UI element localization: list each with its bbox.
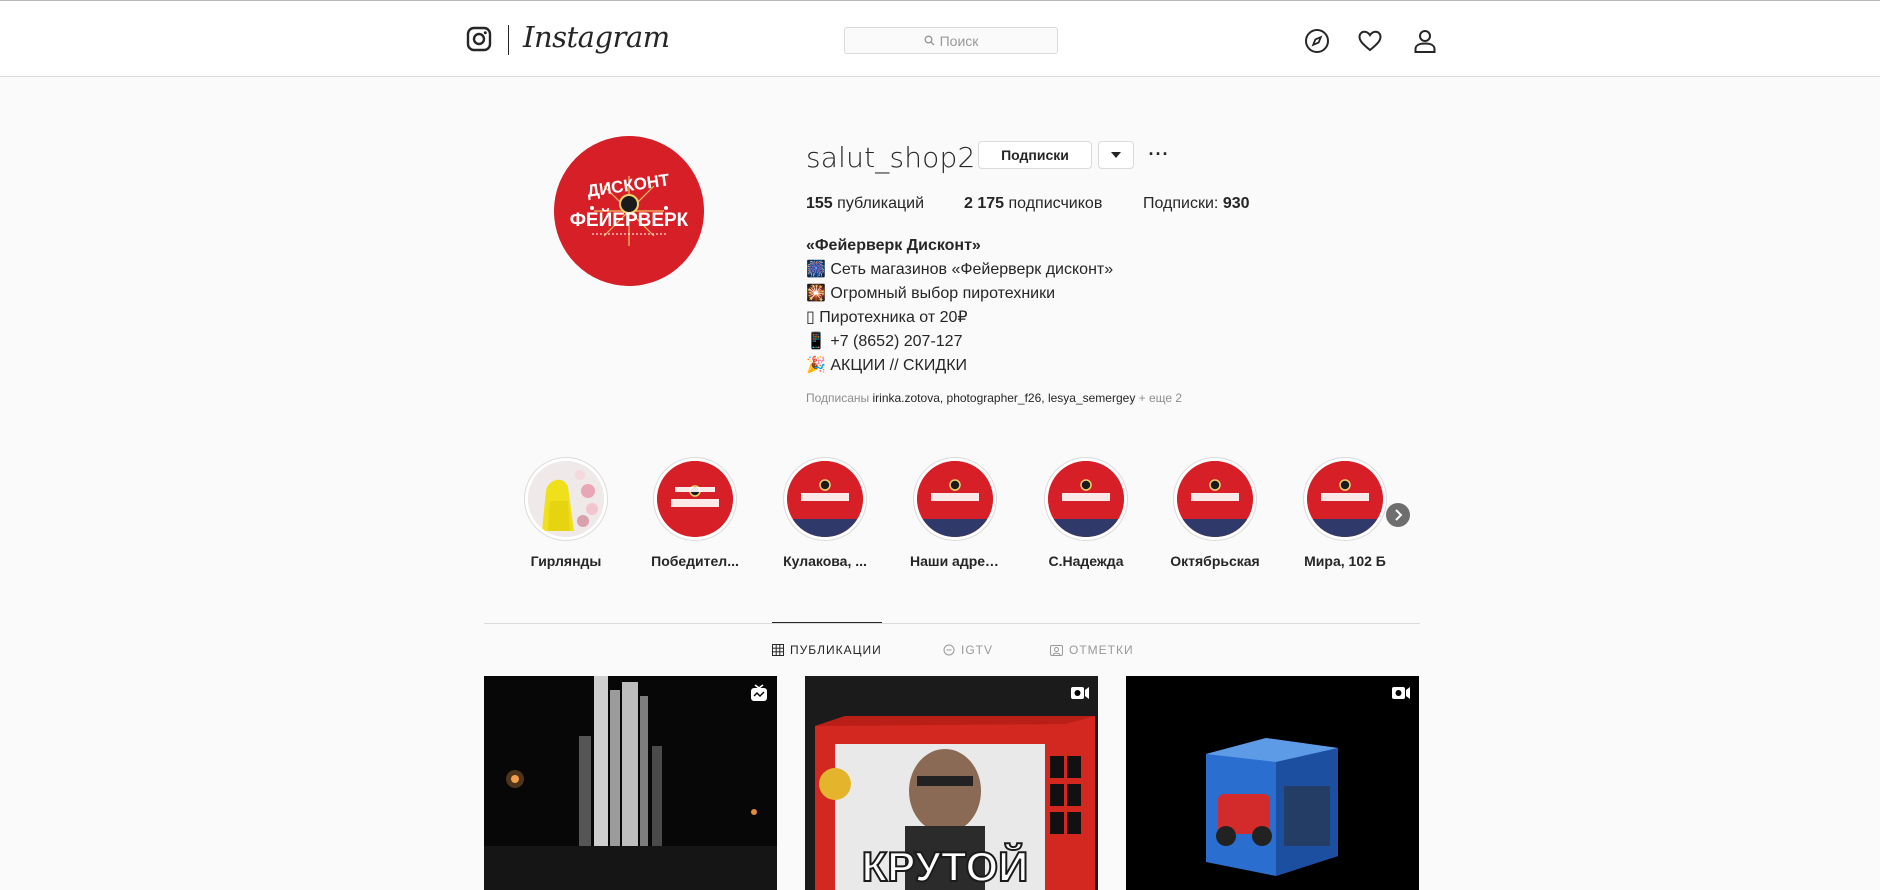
highlight-cover-ring xyxy=(1173,457,1257,541)
bio-line: 🎇 Огромный выбор пиротехники xyxy=(806,285,1056,302)
tab-label: ОТМЕТКИ xyxy=(1069,643,1134,657)
post-image-firework-box: КРУТОЙ xyxy=(805,676,1098,890)
grid-icon xyxy=(772,644,784,656)
suggestions-dropdown-button[interactable] xyxy=(1098,141,1134,169)
highlight-cover-ring xyxy=(783,457,867,541)
followers-stat[interactable]: 2 175 подписчиков xyxy=(964,195,1102,213)
instagram-wordmark[interactable]: Instagram xyxy=(523,20,670,54)
video-icon xyxy=(1392,687,1410,699)
profile-username: salut_shop26 xyxy=(806,141,994,174)
highlight-cover-ring xyxy=(1303,457,1387,541)
post-image-monster-truck-box xyxy=(1126,676,1419,890)
top-navigation-bar: Instagram Поиск xyxy=(0,0,1880,77)
post-thumbnail[interactable] xyxy=(484,676,777,890)
chevron-right-icon xyxy=(1395,509,1403,521)
tabs-divider xyxy=(484,623,1420,624)
options-more-button[interactable]: ··· xyxy=(1148,143,1170,165)
followed-by-users[interactable]: irinka.zotova, photographer_f26, lesya_s… xyxy=(873,391,1136,405)
followed-by-prefix: Подписаны xyxy=(806,391,873,405)
story-highlight[interactable]: Наши адреса xyxy=(910,457,1000,569)
highlight-cover-logo xyxy=(1177,461,1253,537)
profile-bio: «Фейерверк Дисконт» 🎆 Сеть магазинов «Фе… xyxy=(806,234,1113,378)
avatar-text-bottom: ФЕЙЕРВЕРК xyxy=(570,209,689,231)
following-label: Подписки: xyxy=(1143,195,1223,212)
highlights-next-button[interactable] xyxy=(1386,503,1410,527)
post-image-night-monument xyxy=(484,676,777,890)
highlight-cover-logo xyxy=(1307,461,1383,537)
post-thumbnail[interactable]: КРУТОЙ xyxy=(805,676,1098,890)
highlight-cover-ring xyxy=(653,457,737,541)
search-placeholder: Поиск xyxy=(939,32,979,49)
highlight-cover-logo xyxy=(787,461,863,537)
highlight-label: С.Надежда xyxy=(1048,553,1124,569)
followed-by[interactable]: Подписаны irinka.zotova, photographer_f2… xyxy=(806,391,1182,405)
following-count: 930 xyxy=(1222,195,1250,212)
profile-avatar[interactable]: ДИСКОНТ ФЕЙЕРВЕРК xyxy=(554,136,704,286)
followed-by-more[interactable]: + еще 2 xyxy=(1135,391,1182,405)
post-thumbnail[interactable] xyxy=(1126,676,1419,890)
tab-label: IGTV xyxy=(961,643,994,657)
bio-line: 🎉 АКЦИИ // СКИДКИ xyxy=(806,357,968,374)
followers-count: 2 175 xyxy=(964,195,1005,212)
story-highlight[interactable]: Кулакова, ... xyxy=(780,457,870,569)
post-overlay-text: КРУТОЙ xyxy=(862,842,1029,890)
highlight-cover-logo xyxy=(917,461,993,537)
highlight-label: Гирлянды xyxy=(530,553,602,569)
highlight-cover-ring xyxy=(524,457,608,541)
highlight-cover-logo xyxy=(657,461,733,537)
tab-posts[interactable]: ПУБЛИКАЦИИ xyxy=(772,643,882,657)
story-highlight[interactable]: Мира, 102 Б xyxy=(1300,457,1390,569)
fireworks-discount-logo: ДИСКОНТ ФЕЙЕРВЕРК xyxy=(554,136,704,286)
story-highlight[interactable]: С.Надежда xyxy=(1041,457,1131,569)
posts-count: 155 xyxy=(806,195,833,212)
following-button[interactable]: Подписки xyxy=(978,141,1092,169)
highlight-label: Октябрьская xyxy=(1170,553,1260,569)
igtv-icon xyxy=(751,684,767,701)
tagged-icon xyxy=(1050,645,1063,656)
profile-icon[interactable] xyxy=(1412,28,1438,54)
story-highlight[interactable]: Октябрьская xyxy=(1170,457,1260,569)
compass-icon[interactable] xyxy=(1304,28,1330,54)
following-stat[interactable]: Подписки: 930 xyxy=(1143,195,1250,213)
active-tab-indicator xyxy=(772,622,882,623)
tab-igtv[interactable]: IGTV xyxy=(943,643,993,657)
highlight-cover-logo xyxy=(1048,461,1124,537)
posts-stat[interactable]: 155 публикаций xyxy=(806,195,924,213)
video-icon xyxy=(1071,687,1089,699)
search-input[interactable]: Поиск xyxy=(844,27,1058,54)
highlight-cover-garlands xyxy=(528,461,604,537)
bio-line: 📱 +7 (8652) 207-127 xyxy=(806,333,963,350)
tab-label: ПУБЛИКАЦИИ xyxy=(790,643,882,657)
followers-label: подписчиков xyxy=(1004,195,1103,212)
caret-down-icon xyxy=(1111,152,1121,158)
igtv-icon xyxy=(943,644,955,656)
highlight-label: Кулакова, ... xyxy=(783,553,867,569)
highlight-label: Наши адреса xyxy=(910,553,1000,569)
heart-icon[interactable] xyxy=(1357,28,1383,54)
bio-name: «Фейерверк Дисконт» xyxy=(806,237,981,254)
logo-divider xyxy=(508,25,509,55)
highlight-label: Победител... xyxy=(651,553,739,569)
bio-line: 🎆 Сеть магазинов «Фейерверк дисконт» xyxy=(806,261,1114,278)
highlight-cover-ring xyxy=(913,457,997,541)
story-highlight[interactable]: Гирлянды xyxy=(521,457,611,569)
instagram-glyph-icon[interactable] xyxy=(466,26,492,52)
highlight-label: Мира, 102 Б xyxy=(1304,553,1386,569)
tab-tagged[interactable]: ОТМЕТКИ xyxy=(1050,643,1134,657)
highlight-cover-ring xyxy=(1044,457,1128,541)
search-icon xyxy=(924,35,935,46)
bio-line: ▯ Пиротехника от 20₽ xyxy=(806,309,968,326)
story-highlight[interactable]: Победител... xyxy=(650,457,740,569)
posts-label: публикаций xyxy=(832,195,924,212)
